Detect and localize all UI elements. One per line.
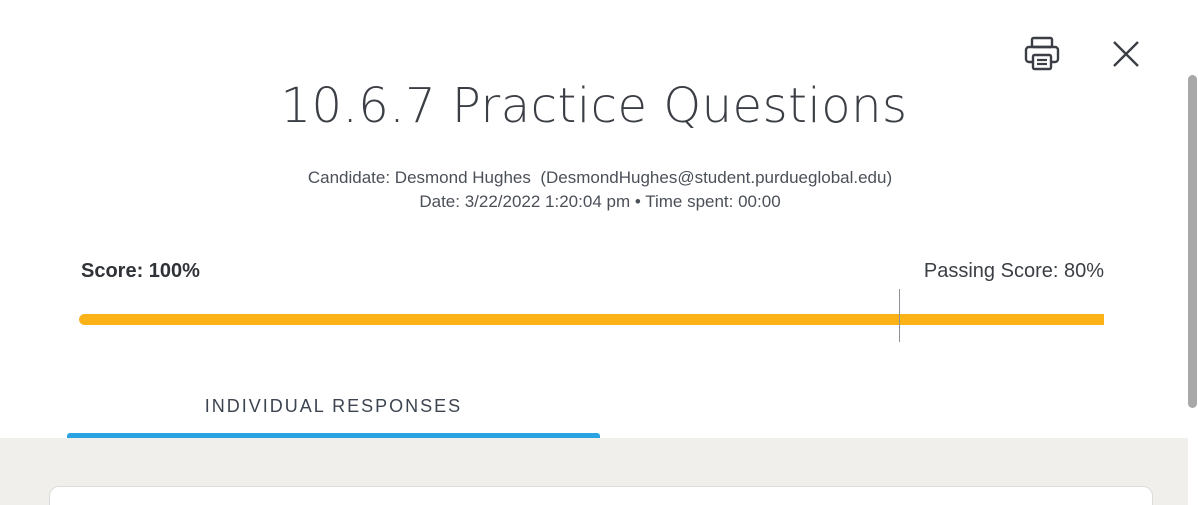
passing-score-label: Passing Score: 80% <box>923 260 1104 282</box>
quiz-results-page: 10.6.7 Practice Questions Candidate: Des… <box>0 0 1198 505</box>
score-progress-fill <box>79 314 1104 325</box>
top-actions <box>1022 34 1146 74</box>
candidate-info: Candidate: Desmond Hughes (DesmondHughes… <box>0 166 1198 214</box>
scrollbar[interactable] <box>1188 0 1198 505</box>
score-row: Score: 100% Passing Score: 80% <box>81 260 1104 286</box>
print-button[interactable] <box>1022 34 1062 74</box>
passing-score-marker <box>899 289 900 342</box>
close-icon <box>1113 41 1139 67</box>
score-label: Score: 100% <box>81 260 200 282</box>
tab-individual-responses[interactable]: INDIVIDUAL RESPONSES <box>67 396 600 438</box>
candidate-line: Candidate: Desmond Hughes (DesmondHughes… <box>307 168 893 187</box>
close-button[interactable] <box>1106 34 1146 74</box>
score-progress-bar <box>79 314 1104 325</box>
response-card <box>49 486 1153 505</box>
date-line: Date: 3/22/2022 1:20:04 pm • Time spent:… <box>419 192 781 211</box>
scrollbar-thumb[interactable] <box>1188 75 1197 408</box>
page-title: 10.6.7 Practice Questions <box>280 78 908 134</box>
printer-icon <box>1024 36 1060 71</box>
tab-label: INDIVIDUAL RESPONSES <box>204 396 463 416</box>
